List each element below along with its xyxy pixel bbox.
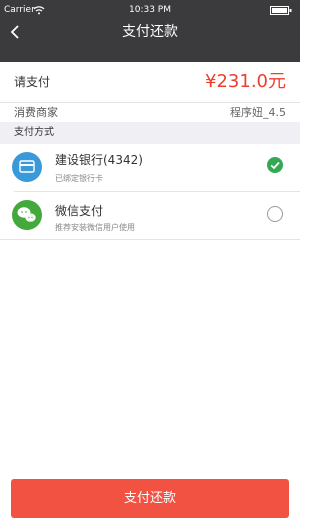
battery-icon <box>270 6 292 15</box>
status-time: 10:33 PM <box>129 5 171 15</box>
divider <box>0 239 300 240</box>
merchant-label: 消费商家 <box>14 106 58 119</box>
checkmark-icon <box>270 161 280 170</box>
method-subtitle: 已绑定银行卡 <box>55 174 103 183</box>
radio-selected[interactable] <box>267 157 283 173</box>
payment-method-section-header: 支付方式 <box>0 122 300 144</box>
navigation-bar: Carrier 10:33 PM 支付还款 <box>0 0 300 62</box>
payment-amount: ¥231.0元 <box>205 71 286 92</box>
payment-method-ccb[interactable]: 建设银行(4342) 已绑定银行卡 <box>0 144 300 191</box>
radio-unselected[interactable] <box>267 206 283 222</box>
bank-card-icon <box>12 152 42 182</box>
method-name: 微信支付 <box>55 204 104 218</box>
page-title: 支付还款 <box>122 24 178 40</box>
status-bar: Carrier 10:33 PM <box>0 0 300 20</box>
payment-method-wechat[interactable]: 微信支付 推荐安装微信用户使用 <box>0 192 300 239</box>
merchant-row: 消费商家 程序妞_4.5 <box>0 103 300 122</box>
amount-label: 请支付 <box>14 75 51 89</box>
merchant-name: 程序妞_4.5 <box>230 106 286 119</box>
amount-row: 请支付 ¥231.0元 <box>0 62 300 102</box>
method-name: 建设银行(4342) <box>55 153 143 167</box>
method-subtitle: 推荐安装微信用户使用 <box>55 223 135 232</box>
pay-button[interactable]: 支付还款 <box>11 479 289 518</box>
wechat-icon <box>12 200 42 230</box>
payment-method-title: 支付方式 <box>14 127 54 138</box>
